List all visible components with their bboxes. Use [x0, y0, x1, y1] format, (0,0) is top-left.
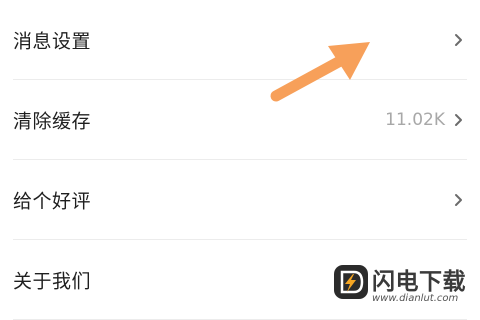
settings-item-clear-cache[interactable]: 清除缓存 11.02K [0, 80, 480, 159]
watermark-brand: 闪电下载 [372, 269, 466, 295]
chevron-right-icon [455, 193, 462, 206]
cache-size-value: 11.02K [385, 109, 445, 130]
watermark: 闪电下载 www.dianlut.com [330, 262, 480, 320]
lightning-bolt-icon [340, 270, 364, 294]
settings-item-label: 关于我们 [13, 270, 92, 292]
settings-item-label: 消息设置 [13, 30, 92, 52]
chevron-right-icon [455, 33, 462, 46]
settings-item-label: 清除缓存 [13, 110, 92, 132]
settings-item-rate[interactable]: 给个好评 [0, 160, 480, 239]
annotation-arrow-icon [270, 42, 370, 102]
settings-item-label: 给个好评 [13, 190, 92, 212]
chevron-right-icon [455, 113, 462, 126]
settings-item-message[interactable]: 消息设置 [0, 0, 480, 79]
watermark-site: www.dianlut.com [372, 293, 459, 304]
